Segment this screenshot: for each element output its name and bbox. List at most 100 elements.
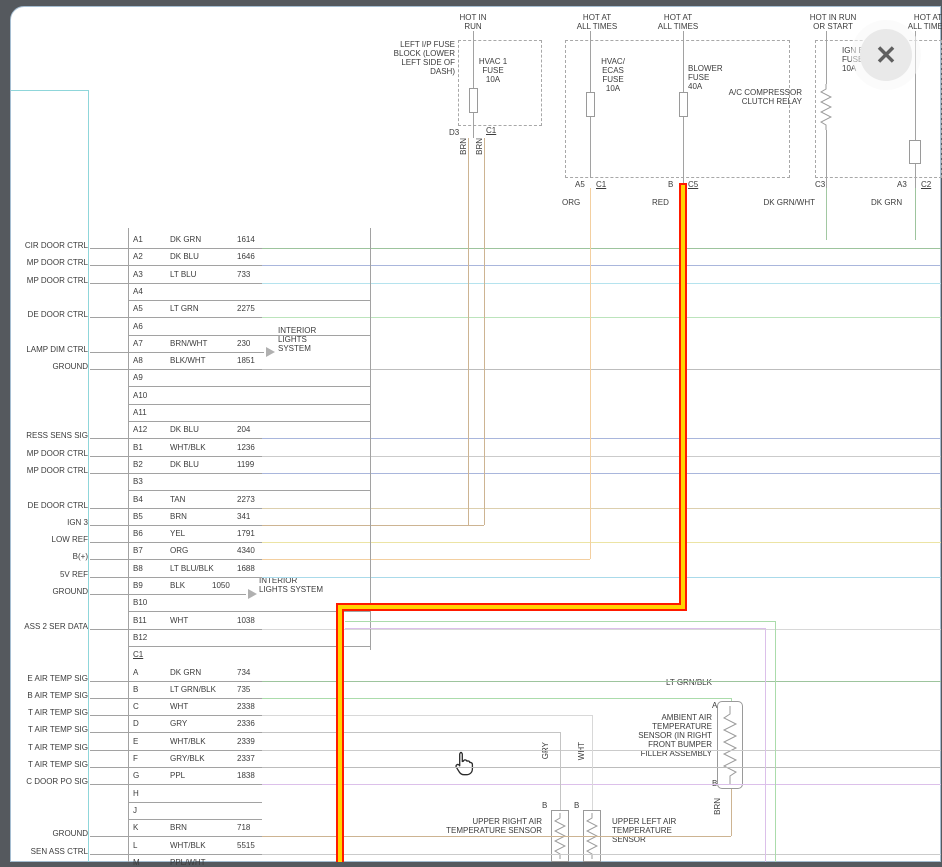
supply-line [473, 113, 474, 138]
terminal-c3: C3 [815, 180, 825, 189]
pin-function-label: MP DOOR CTRL [10, 449, 88, 458]
wire-color-label: WHT/BLK [170, 841, 206, 850]
wire-color-label: GRY/BLK [170, 754, 205, 763]
wire-color-label: LT BLU [170, 270, 196, 279]
pin-function-label: DE DOOR CTRL [10, 310, 88, 319]
pin-id: B10 [133, 598, 147, 607]
row-line [128, 802, 262, 803]
fuse-block-note: LEFT I/P FUSE BLOCK (LOWER LEFT SIDE OF … [393, 40, 455, 76]
circuit-number: 2336 [237, 719, 255, 728]
wire-brn [262, 525, 484, 526]
wire-color-label: PPL/WHT [170, 858, 206, 867]
circuit-number: 230 [237, 339, 250, 348]
label-stub [90, 438, 128, 439]
connector-edge [370, 228, 371, 650]
wire-gry [560, 732, 561, 810]
pin-id: D [133, 719, 139, 728]
wire-color-label: YEL [170, 529, 185, 538]
pin-function-label: LOW REF [10, 535, 88, 544]
close-button[interactable]: ✕ [860, 29, 912, 81]
circuit-number: 2273 [237, 495, 255, 504]
circuit-number: 1791 [237, 529, 255, 538]
pin-function-label: B(+) [10, 552, 88, 561]
pin-id: A8 [133, 356, 143, 365]
connector-c5-ref: C5 [688, 180, 698, 189]
off-page-arrow-2 [248, 589, 257, 599]
label-stub [90, 456, 128, 457]
label-stub [90, 248, 128, 249]
pin-function-label: CIR DOOR CTRL [10, 241, 88, 250]
wire-color-label: WHT [170, 616, 188, 625]
power-label-hot-at-all-times-2: HOT AT ALL TIMES [656, 13, 700, 31]
wire-dk-grn-wht [826, 188, 827, 240]
circuit-number: 1050 [212, 581, 230, 590]
label-stub [90, 542, 128, 543]
pin-function-label: T AIR TEMP SIG [10, 725, 88, 734]
wire-color-label: BLK [170, 581, 185, 590]
wire-wht-blk [262, 854, 941, 855]
wire-color-label: BLK/WHT [170, 356, 206, 365]
pin-id: B11 [133, 616, 147, 625]
highlighted-wire-core[interactable] [338, 605, 342, 862]
ambient-sensor-label: AMBIENT AIR TEMPERATURE SENSOR (IN RIGHT… [628, 713, 712, 758]
wire-brn [731, 789, 732, 836]
cursor-pointer-icon [452, 750, 476, 778]
wire-color-label: DK BLU [170, 425, 199, 434]
row-line [128, 750, 262, 751]
pin-id: A11 [133, 408, 147, 417]
wire-brn [262, 836, 731, 837]
supply-line [473, 31, 474, 88]
wire-color-label: BRN [170, 512, 187, 521]
pin-function-label: RESS SENS SIG [10, 431, 88, 440]
circuit-number: 204 [237, 425, 250, 434]
blower-fuse-label: BLOWER FUSE 40A [688, 64, 722, 91]
supply-line [590, 117, 591, 178]
wire-brn [468, 138, 469, 525]
pin-function-label: MP DOOR CTRL [10, 466, 88, 475]
label-stub [90, 283, 128, 284]
label-stub [90, 317, 128, 318]
terminal-a5: A5 [575, 180, 585, 189]
pin-function-label: SEN ASS CTRL [10, 847, 88, 856]
pin-function-label: MP DOOR CTRL [10, 258, 88, 267]
wire-dk-grn [262, 681, 941, 682]
wire-ppl [262, 784, 941, 785]
pin-id: E [133, 737, 138, 746]
highlighted-wire-core[interactable] [338, 605, 685, 609]
wire-dk-blu [262, 438, 941, 439]
blower-fuse-element [679, 92, 688, 117]
label-stub [90, 577, 128, 578]
label-stub [90, 698, 128, 699]
circuit-number: 341 [237, 512, 250, 521]
wire-color-label: LT BLU/BLK [170, 564, 214, 573]
pin-id: A1 [133, 235, 143, 244]
pin-function-label: E AIR TEMP SIG [10, 674, 88, 683]
wire-label-lt-grn-blk: LT GRN/BLK [666, 678, 712, 687]
wire-color-label: PPL [170, 771, 185, 780]
wire-label-dk-grn: DK GRN [871, 198, 902, 207]
circuit-number: 2338 [237, 702, 255, 711]
circuit-number: 4340 [237, 546, 255, 555]
upper-left-terminal-b: B [574, 801, 579, 810]
pin-id: A5 [133, 304, 143, 313]
pin-id: B8 [133, 564, 143, 573]
circuit-number: 1236 [237, 443, 255, 452]
off-page-arrow-1 [266, 347, 275, 357]
pin-id: B [133, 685, 138, 694]
wire-lt-blu-blk [262, 577, 941, 578]
diagram-canvas: HOT IN RUN HOT AT ALL TIMES HOT AT ALL T… [0, 0, 942, 862]
supply-line [826, 130, 827, 188]
wire-ppl [765, 628, 766, 862]
wire-color-label: LT GRN [170, 304, 199, 313]
wire-wht [592, 715, 593, 810]
hvac-ecas-fuse-label: HVAC/ ECAS FUSE 10A [598, 57, 628, 93]
wire-label-brn-1: BRN [459, 138, 468, 155]
wire-color-label: WHT [170, 702, 188, 711]
circuit-number: 1199 [237, 460, 254, 469]
circuit-number: 1646 [237, 252, 255, 261]
wire-tan [262, 508, 941, 509]
wire-lt-grn [775, 621, 776, 862]
highlighted-wire-core[interactable] [681, 185, 685, 609]
supply-line [683, 117, 684, 183]
connector-c1-ref-2: C1 [596, 180, 606, 189]
